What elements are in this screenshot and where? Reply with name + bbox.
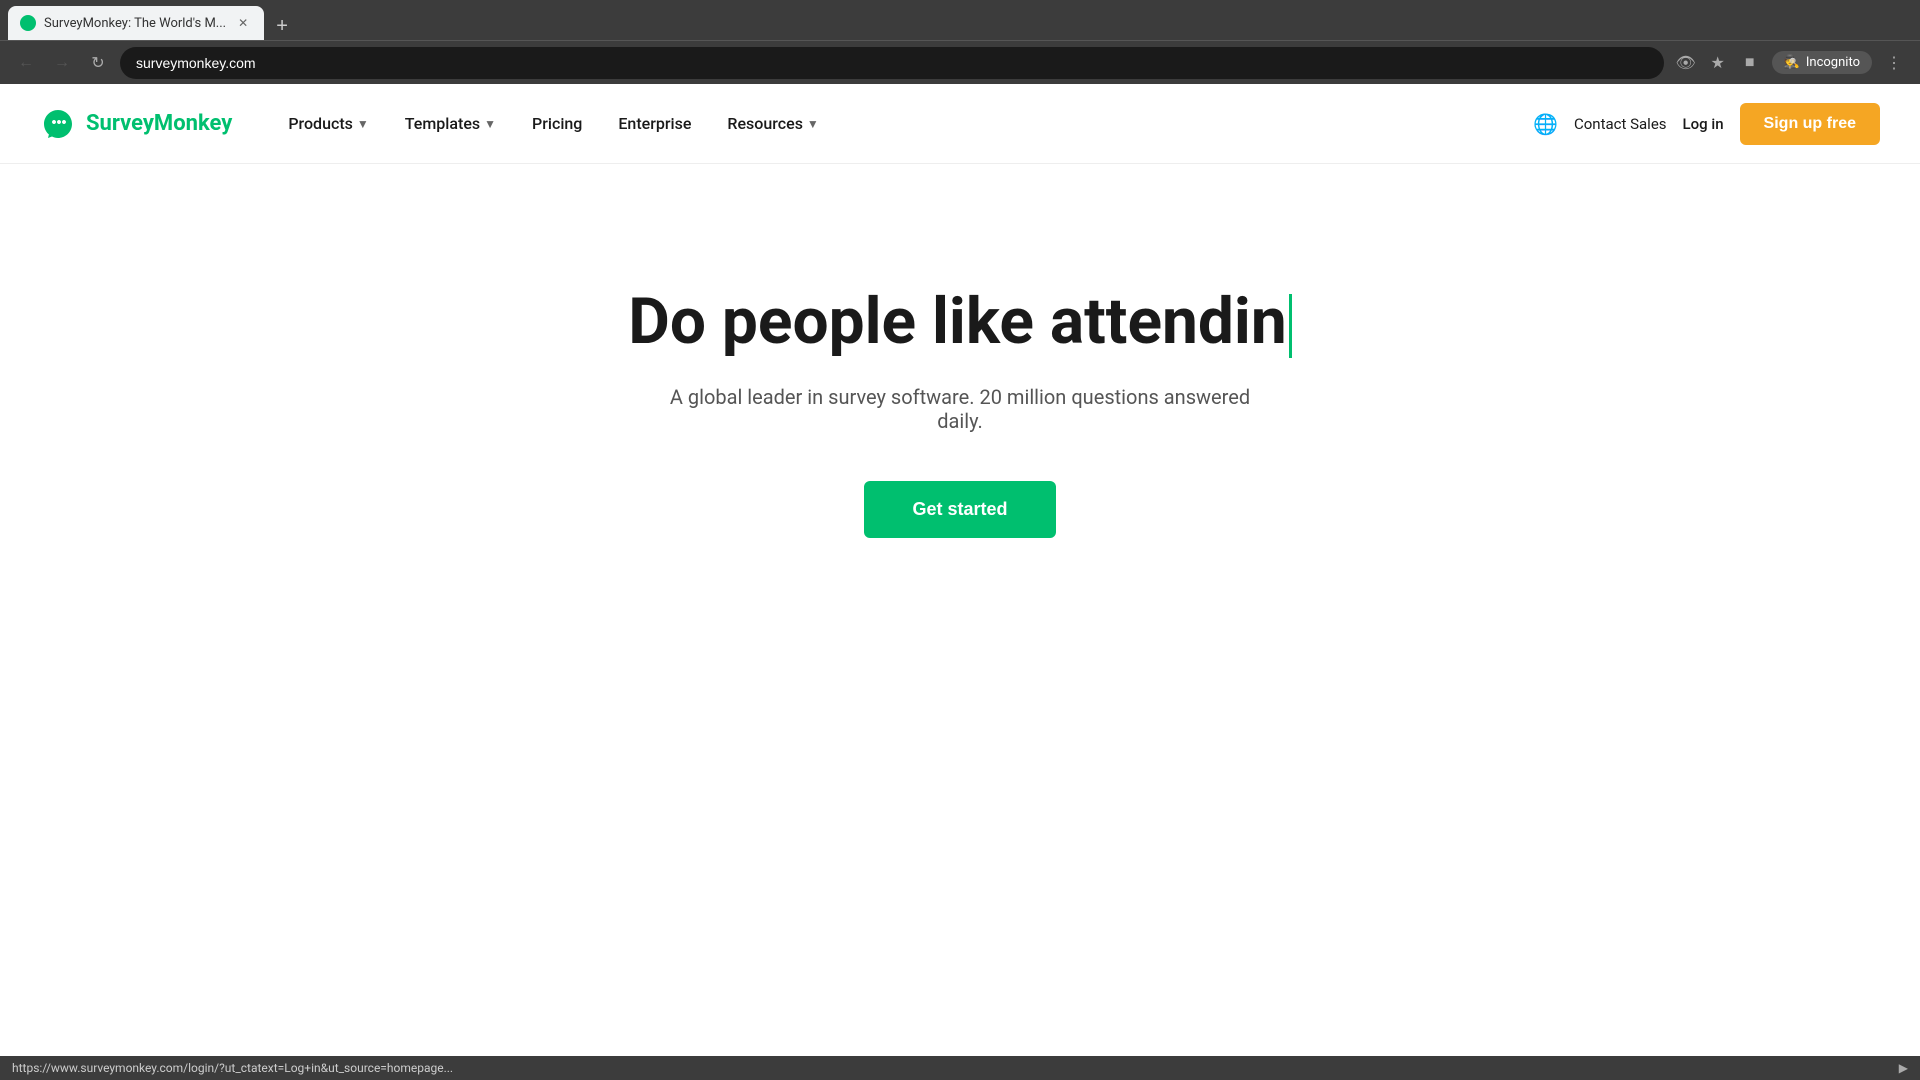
back-button[interactable]: ← [12, 49, 40, 77]
logo-link[interactable]: SurveyMonkey [40, 106, 232, 142]
incognito-badge: 🕵 Incognito [1772, 51, 1872, 74]
more-menu-button[interactable]: ⋮ [1880, 49, 1908, 77]
logo-text: SurveyMonkey [86, 111, 232, 136]
status-arrow-icon: ▶ [1899, 1061, 1908, 1075]
login-button[interactable]: Log in [1683, 115, 1724, 133]
cta-get-started-button[interactable]: Get started [864, 481, 1055, 538]
nav-item-products[interactable]: Products ▼ [272, 106, 384, 141]
text-cursor [1289, 294, 1292, 358]
nav-resources-label: Resources [727, 114, 803, 133]
bookmark-icon[interactable]: ★ [1704, 49, 1732, 77]
new-tab-button[interactable]: + [268, 12, 296, 40]
active-tab[interactable]: SurveyMonkey: The World's M... ✕ [8, 6, 264, 40]
products-chevron-icon: ▼ [357, 117, 369, 131]
reload-button[interactable]: ↻ [84, 49, 112, 77]
privacy-eye-icon[interactable]: 👁︎ [1672, 49, 1700, 77]
tab-title: SurveyMonkey: The World's M... [44, 16, 226, 31]
nav-pricing-label: Pricing [532, 114, 582, 133]
resources-chevron-icon: ▼ [807, 117, 819, 131]
tab-bar: SurveyMonkey: The World's M... ✕ + [0, 0, 1920, 40]
status-url: https://www.surveymonkey.com/login/?ut_c… [12, 1061, 453, 1075]
forward-button[interactable]: → [48, 49, 76, 77]
incognito-label: Incognito [1806, 55, 1860, 70]
nav-item-templates[interactable]: Templates ▼ [389, 106, 512, 141]
globe-icon: 🌐 [1533, 112, 1558, 136]
hero-subtitle: A global leader in survey software. 20 m… [660, 385, 1260, 433]
tab-favicon [20, 15, 36, 31]
logo-icon [40, 106, 76, 142]
templates-chevron-icon: ▼ [484, 117, 496, 131]
contact-sales-link[interactable]: Contact Sales [1574, 115, 1667, 133]
address-bar-container [120, 47, 1664, 79]
hero-section: Do people like attendin A global leader … [0, 164, 1920, 618]
main-nav: SurveyMonkey Products ▼ Templates ▼ Pric… [0, 84, 1920, 164]
signup-button[interactable]: Sign up free [1740, 103, 1880, 145]
nav-links: Products ▼ Templates ▼ Pricing Enterpris… [272, 106, 1533, 141]
incognito-icon: 🕵 [1784, 55, 1800, 70]
status-bar: https://www.surveymonkey.com/login/?ut_c… [0, 1056, 1920, 1080]
sidebar-icon[interactable]: ■ [1736, 49, 1764, 77]
nav-actions: 🌐 Contact Sales Log in Sign up free [1533, 103, 1880, 145]
nav-item-enterprise[interactable]: Enterprise [602, 106, 707, 141]
website: SurveyMonkey Products ▼ Templates ▼ Pric… [0, 84, 1920, 1040]
browser-chrome: SurveyMonkey: The World's M... ✕ + ← → ↻… [0, 0, 1920, 84]
address-input[interactable] [120, 47, 1664, 79]
tab-close-button[interactable]: ✕ [234, 14, 252, 32]
hero-title-text: Do people like attendin [628, 284, 1286, 359]
nav-item-resources[interactable]: Resources ▼ [711, 106, 834, 141]
nav-templates-label: Templates [405, 114, 480, 133]
browser-toolbar: ← → ↻ 👁︎ ★ ■ 🕵 Incognito ⋮ [0, 40, 1920, 84]
nav-products-label: Products [288, 114, 353, 133]
nav-item-pricing[interactable]: Pricing [516, 106, 598, 141]
nav-enterprise-label: Enterprise [618, 114, 691, 133]
toolbar-icons: 👁︎ ★ ■ [1672, 49, 1764, 77]
hero-title: Do people like attendin [628, 284, 1291, 361]
